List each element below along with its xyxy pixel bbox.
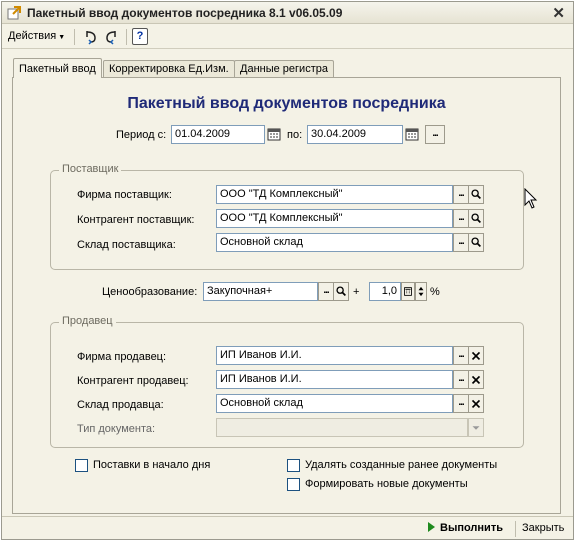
markup-field[interactable]: 1,0	[369, 282, 401, 301]
search-icon[interactable]	[468, 185, 484, 204]
play-icon	[428, 522, 435, 532]
supplier-firm-label: Фирма поставщик:	[77, 189, 172, 201]
run-label: Выполнить	[440, 522, 503, 534]
redo-icon[interactable]	[103, 28, 121, 46]
period-from-label: Период с:	[116, 129, 167, 141]
select-button[interactable]: ...	[453, 209, 469, 228]
title-bar: Пакетный ввод документов посредника 8.1 …	[2, 2, 573, 24]
tab-unit-correction[interactable]: Корректировка Ед.Изм.	[103, 60, 235, 78]
undo-icon[interactable]	[82, 28, 100, 46]
pricing-label: Ценообразование:	[102, 286, 198, 298]
calendar-icon[interactable]	[405, 126, 419, 143]
close-button[interactable]: Закрыть	[522, 522, 564, 534]
period-from-field[interactable]: 01.04.2009	[171, 125, 265, 144]
period-to-field[interactable]: 30.04.2009	[307, 125, 403, 144]
pricing-field[interactable]: Закупочная+	[203, 282, 318, 301]
deliveries-start-checkbox[interactable]	[75, 459, 88, 472]
supplier-warehouse-label: Склад поставщика:	[77, 239, 176, 251]
delete-created-checkbox[interactable]	[287, 459, 300, 472]
supplier-counterparty-field[interactable]: ООО "ТД Комплексный"	[216, 209, 453, 228]
dropdown-arrow-icon: ▼	[58, 34, 66, 41]
window-title: Пакетный ввод документов посредника 8.1 …	[27, 6, 343, 20]
deliveries-start-label: Поставки в начало дня	[93, 459, 211, 471]
period-select-button[interactable]: ...	[425, 125, 445, 144]
supplier-counterparty-label: Контрагент поставщик:	[77, 214, 195, 226]
period-to-label: по:	[287, 129, 303, 141]
form-new-label: Формировать новые документы	[305, 478, 468, 490]
supplier-firm-field[interactable]: ООО "ТД Комплексный"	[216, 185, 453, 204]
form-heading: Пакетный ввод документов посредника	[127, 95, 446, 112]
search-icon[interactable]	[468, 209, 484, 228]
help-button[interactable]: ?	[132, 28, 148, 45]
percent-label: %	[430, 286, 440, 298]
document-type-select[interactable]	[216, 418, 468, 437]
chevron-down-icon[interactable]	[468, 418, 484, 437]
seller-group-title: Продавец	[59, 315, 116, 327]
pricing-plus-label: +	[353, 286, 360, 298]
supplier-group-title: Поставщик	[59, 163, 122, 175]
select-button[interactable]: ...	[318, 282, 334, 301]
clear-icon[interactable]	[468, 394, 484, 413]
tab-panel: Пакетный ввод документов посредника Пери…	[12, 77, 561, 514]
seller-counterparty-label: Контрагент продавец:	[77, 375, 189, 387]
tab-register-data[interactable]: Данные регистра	[234, 60, 334, 78]
footer-separator	[515, 521, 516, 537]
spinner-icon[interactable]	[415, 282, 427, 301]
clear-icon[interactable]	[468, 346, 484, 365]
select-button[interactable]: ...	[453, 346, 469, 365]
delete-created-label: Удалять созданные ранее документы	[305, 459, 498, 471]
toolbar: Действия ▼ ?	[2, 25, 573, 49]
run-button[interactable]: Выполнить	[428, 522, 503, 534]
tab-batch-input[interactable]: Пакетный ввод	[13, 58, 102, 78]
form-new-checkbox[interactable]	[287, 478, 300, 491]
actions-label: Действия	[8, 30, 57, 42]
bottom-bar: Выполнить Закрыть	[2, 516, 573, 540]
search-icon[interactable]	[333, 282, 349, 301]
calculator-icon[interactable]	[401, 282, 415, 301]
select-button[interactable]: ...	[453, 185, 469, 204]
seller-counterparty-field[interactable]: ИП Иванов И.И.	[216, 370, 453, 389]
calendar-icon[interactable]	[267, 126, 281, 143]
toolbar-separator	[126, 29, 127, 45]
app-icon	[7, 6, 21, 20]
document-type-label: Тип документа:	[77, 423, 156, 435]
select-button[interactable]: ...	[453, 370, 469, 389]
seller-firm-label: Фирма продавец:	[77, 351, 167, 363]
search-icon[interactable]	[468, 233, 484, 252]
clear-icon[interactable]	[468, 370, 484, 389]
seller-warehouse-label: Склад продавца:	[77, 399, 164, 411]
seller-firm-field[interactable]: ИП Иванов И.И.	[216, 346, 453, 365]
actions-menu-button[interactable]: Действия ▼	[8, 30, 65, 42]
select-button[interactable]: ...	[453, 233, 469, 252]
seller-warehouse-field[interactable]: Основной склад	[216, 394, 453, 413]
supplier-warehouse-field[interactable]: Основной склад	[216, 233, 453, 252]
mouse-cursor-icon	[524, 188, 538, 209]
toolbar-separator	[74, 29, 75, 45]
select-button[interactable]: ...	[453, 394, 469, 413]
main-window: Пакетный ввод документов посредника 8.1 …	[1, 1, 574, 540]
close-icon[interactable]: ✕	[552, 4, 565, 22]
